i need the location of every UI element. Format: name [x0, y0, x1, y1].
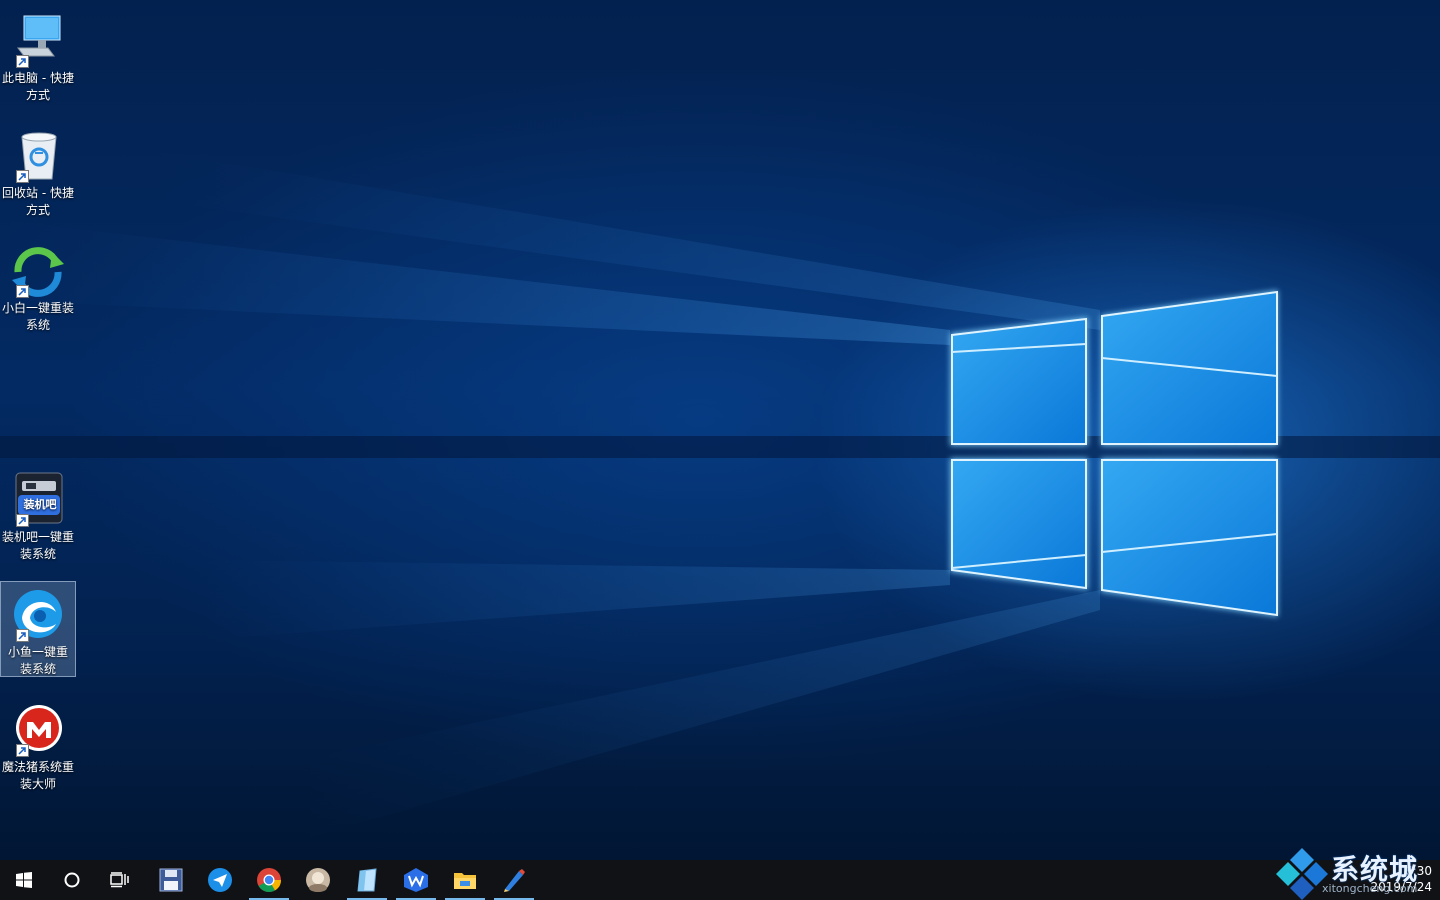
- desktop-icon-xiaobai[interactable]: 小白一键重装系统: [0, 238, 76, 338]
- search-button[interactable]: [48, 860, 96, 900]
- taskbar-app-wps[interactable]: [392, 860, 440, 900]
- desktop-icon-label: 小鱼一键重装系统: [7, 645, 68, 676]
- folder-icon: [454, 873, 476, 889]
- taskbar: 16:30 2019/7/24: [0, 860, 1440, 900]
- pen-icon: [504, 869, 525, 892]
- taskbar-app-save[interactable]: [147, 860, 195, 900]
- wps-icon: [404, 868, 428, 892]
- search-circle-icon: [64, 872, 80, 888]
- desktop-icon-mofazhu[interactable]: 魔法猪系统重装大师: [0, 697, 76, 797]
- desktop-icon-label: 此电脑 - 快捷方式: [2, 71, 74, 102]
- zhuangjiba-badge-text: 装机吧: [23, 498, 57, 511]
- notepad-icon: [357, 868, 377, 892]
- desktop-icon-label: 装机吧一键重装系统: [2, 530, 75, 561]
- desktop-icon-zhuangjiba[interactable]: 装机吧 装机吧一键重装系统: [0, 467, 76, 567]
- desktop-icon-recycle-bin[interactable]: 回收站 - 快捷方式: [0, 123, 76, 223]
- task-view-button[interactable]: [96, 860, 144, 900]
- taskbar-app-notes[interactable]: [343, 860, 391, 900]
- taskbar-app-feishu[interactable]: [196, 860, 244, 900]
- paper-plane-icon: [208, 868, 232, 892]
- floppy-disk-icon: [159, 868, 183, 892]
- start-button[interactable]: [0, 860, 48, 900]
- taskbar-app-photo[interactable]: [294, 860, 342, 900]
- taskbar-app-chrome[interactable]: [245, 860, 293, 900]
- desktop-icon-xiaoyu[interactable]: 小鱼一键重装系统: [0, 581, 76, 677]
- desktop-wallpaper: 此电脑 - 快捷方式 回收站 - 快捷方式 小白一键重装系统 装机吧 装机吧一键…: [0, 0, 1440, 860]
- taskbar-app-paint[interactable]: [490, 860, 538, 900]
- windows-logo-graphic: [950, 290, 1278, 617]
- windows-start-icon: [16, 872, 32, 888]
- desktop-icon-label: 小白一键重装系统: [2, 301, 75, 332]
- watermark-logo-icon: [1276, 848, 1328, 900]
- site-watermark: 系统城 xitongcheng.com: [1276, 848, 1436, 900]
- desktop-icon-label: 魔法猪系统重装大师: [2, 760, 75, 791]
- taskbar-app-file-explorer[interactable]: [441, 860, 489, 900]
- desktop-icon-label: 回收站 - 快捷方式: [2, 186, 74, 217]
- watermark-subtext: xitongcheng.com: [1322, 882, 1418, 895]
- desktop-icon-this-pc[interactable]: 此电脑 - 快捷方式: [0, 8, 76, 108]
- task-view-icon: [110, 872, 129, 888]
- chrome-icon: [257, 868, 281, 893]
- photo-icon: [306, 868, 330, 892]
